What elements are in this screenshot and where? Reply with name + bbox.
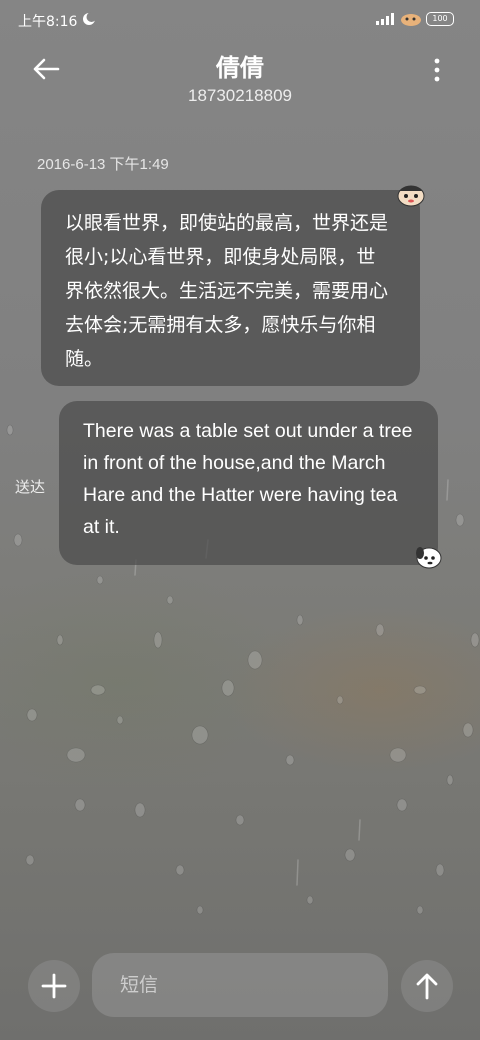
status-right-group: 100 <box>376 12 454 26</box>
delivery-status: 送达 <box>15 478 46 496</box>
contact-avatar-sticker-icon <box>397 185 425 207</box>
battery-icon: 100 <box>426 12 454 26</box>
contact-phone-number: 18730218809 <box>187 86 292 105</box>
add-attachment-button[interactable] <box>28 960 80 1012</box>
sticker-status-icon <box>401 14 421 26</box>
incoming-message-text: 以眼看世界，即使站的最高，世界还是很小;以心看世界，即使身处局限，世界依然很大。… <box>65 212 389 370</box>
message-input[interactable]: 短信 <box>92 953 388 1017</box>
more-vertical-icon[interactable] <box>432 58 442 82</box>
back-arrow-icon[interactable] <box>30 56 62 82</box>
moon-icon <box>83 12 96 25</box>
contact-name: 倩倩 <box>216 54 264 82</box>
message-timestamp: 2016-6-13 下午1:49 <box>37 156 169 173</box>
outgoing-message-bubble[interactable]: There was a table set out under a tree i… <box>59 401 438 565</box>
signal-icon <box>376 13 394 25</box>
plus-icon <box>41 973 67 999</box>
send-button[interactable] <box>401 960 453 1012</box>
incoming-message-bubble[interactable]: 以眼看世界，即使站的最高，世界还是很小;以心看世界，即使身处局限，世界依然很大。… <box>41 190 420 386</box>
status-bar: 上午8:16 100 <box>0 0 480 40</box>
outgoing-message-text: There was a table set out under a tree i… <box>83 420 413 538</box>
user-avatar-sticker-icon <box>416 547 442 569</box>
status-time: 上午8:16 <box>18 14 78 30</box>
send-arrow-icon <box>416 973 438 1000</box>
